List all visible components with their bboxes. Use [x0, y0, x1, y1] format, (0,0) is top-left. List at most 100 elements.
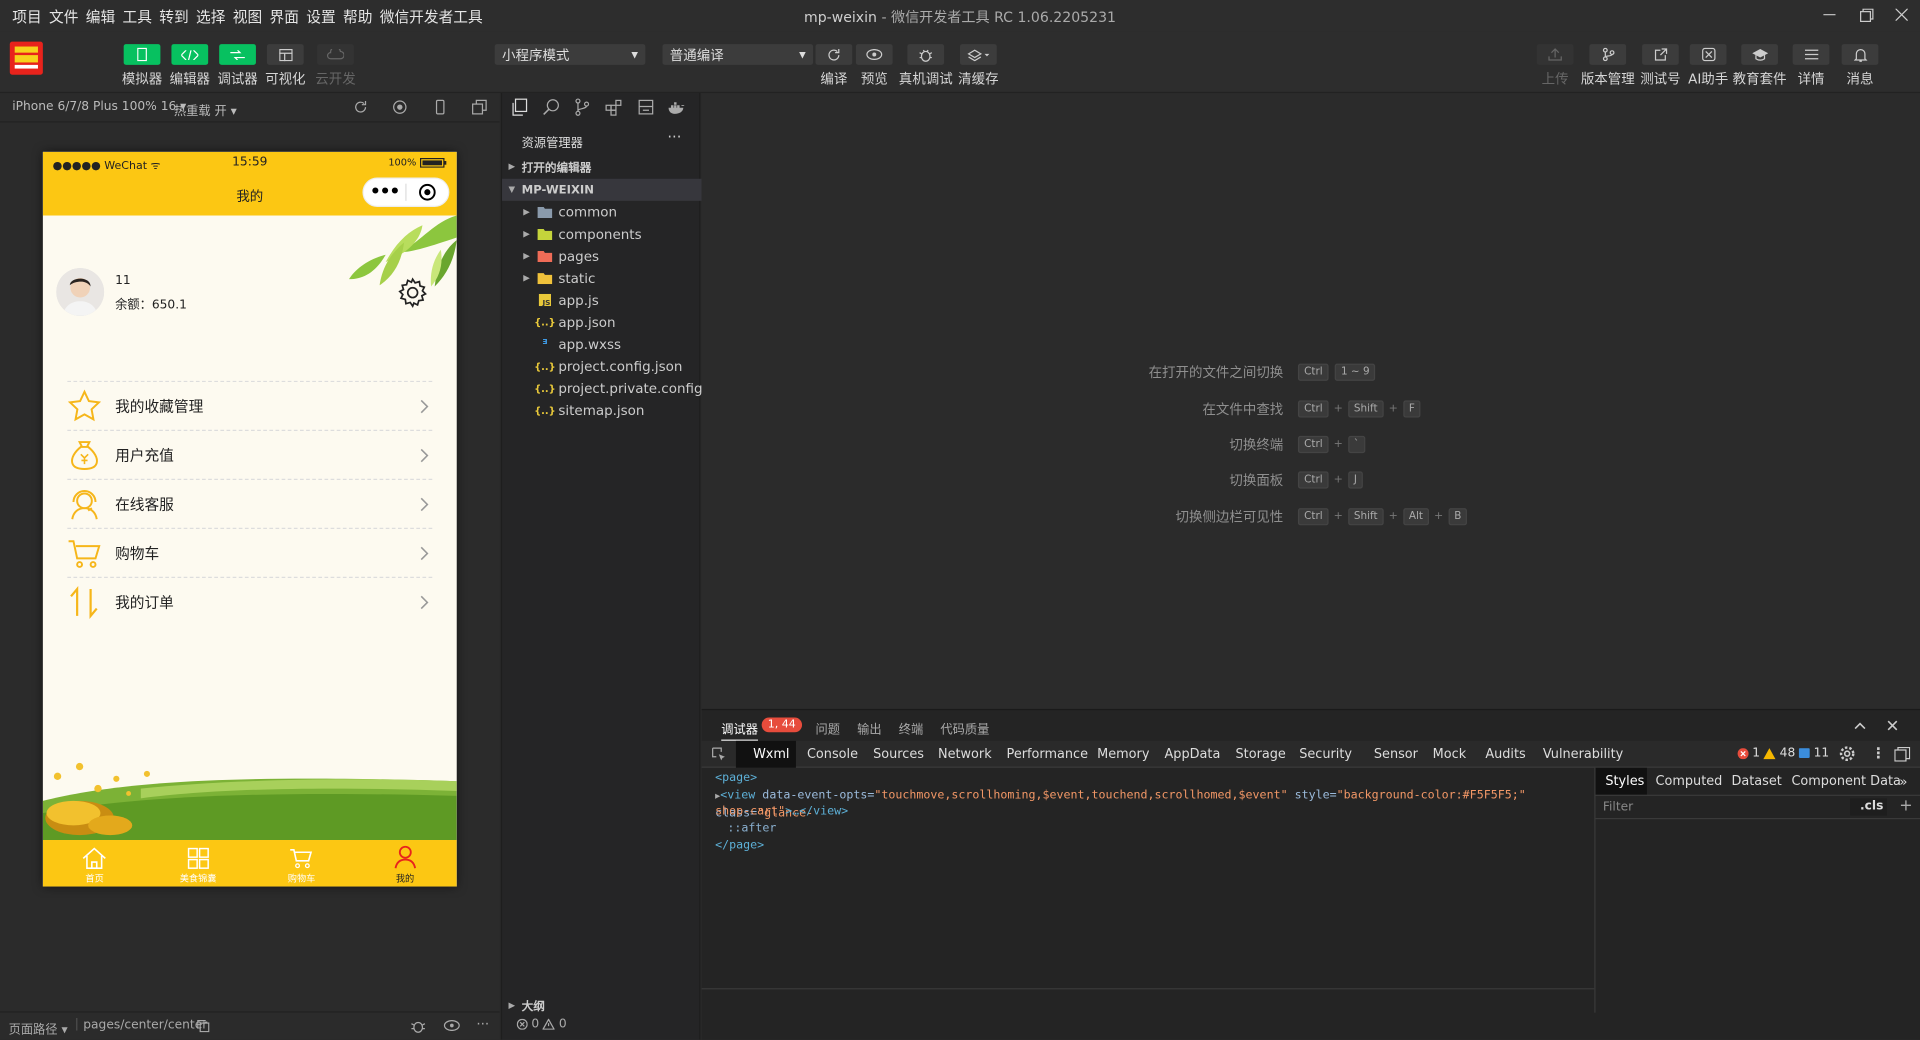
project-section[interactable]: ▼ MP-WEIXIN — [502, 178, 702, 201]
remote-debug-button[interactable]: 真机调试 — [899, 44, 953, 88]
chevron-up-icon[interactable] — [1854, 721, 1866, 730]
devtab-appdata[interactable]: AppData — [1164, 747, 1220, 762]
devtab-sensor[interactable]: Sensor — [1374, 747, 1418, 762]
tree-item-app-wxss[interactable]: ᴲ app.wxss — [502, 333, 702, 355]
compile-select[interactable]: 普通编译 ▼ — [662, 44, 814, 65]
minimize-button[interactable] — [1816, 2, 1843, 26]
tab-mine[interactable]: 我的 — [353, 840, 456, 887]
close-miniprogram-button[interactable] — [407, 183, 449, 201]
filter-input[interactable]: Filter — [1603, 801, 1633, 814]
tree-item-sitemap[interactable]: {..} sitemap.json — [502, 399, 702, 421]
preview-button[interactable]: 预览 — [847, 44, 901, 88]
cls-toggle[interactable]: .cls — [1860, 800, 1883, 813]
tab-dataset[interactable]: Dataset — [1731, 774, 1781, 789]
menu-goto[interactable]: 转到 — [159, 6, 188, 27]
mode-select[interactable]: 小程序模式 ▼ — [494, 44, 646, 65]
rotate-icon[interactable] — [353, 99, 369, 115]
hot-reload-toggle[interactable]: 热重载 开 ▾ — [174, 100, 237, 118]
add-style-button[interactable]: + — [1899, 797, 1912, 815]
extensions-icon[interactable] — [605, 98, 623, 116]
menu-file[interactable]: 文件 — [49, 6, 78, 27]
inspect-element-icon[interactable] — [711, 747, 726, 762]
close-window-button[interactable] — [1888, 2, 1915, 26]
menu-settings[interactable]: 设置 — [306, 6, 335, 27]
tab-output[interactable]: 输出 — [857, 719, 881, 737]
tab-styles[interactable]: Styles — [1605, 774, 1644, 789]
devtab-performance[interactable]: Performance — [1007, 747, 1088, 762]
devtab-mock[interactable]: Mock — [1433, 747, 1466, 762]
devtab-network[interactable]: Network — [938, 747, 992, 762]
ai-assistant-button[interactable]: AI助手 — [1681, 44, 1735, 88]
menu-tools[interactable]: 工具 — [123, 6, 152, 27]
more-icon[interactable]: ··· — [476, 1016, 489, 1032]
kebab-menu-icon[interactable]: ⋮ — [1871, 744, 1886, 761]
tree-item-components[interactable]: ▶ components — [502, 223, 702, 245]
devtab-console[interactable]: Console — [807, 747, 858, 762]
wxml-node-page[interactable]: <page> — [715, 770, 757, 787]
page-path-label[interactable]: 页面路径 ▾ — [9, 1019, 68, 1037]
open-editors-section[interactable]: ▶ 打开的编辑器 — [502, 156, 702, 178]
menu-devtools[interactable]: 微信开发者工具 — [380, 6, 483, 27]
docker-icon[interactable] — [667, 98, 685, 116]
gear-icon[interactable] — [397, 277, 429, 309]
tab-problems[interactable]: 问题 — [816, 719, 840, 737]
devtab-vulnerability[interactable]: Vulnerability — [1543, 747, 1623, 762]
clear-cache-button[interactable]: 清缓存 — [951, 44, 1005, 88]
detach-icon[interactable] — [471, 99, 487, 115]
tab-cart[interactable]: 购物车 — [250, 840, 353, 887]
eye-icon[interactable] — [443, 1020, 460, 1032]
devtab-security[interactable]: Security — [1299, 747, 1352, 762]
menu-interface[interactable]: 界面 — [270, 6, 299, 27]
bug-icon[interactable] — [410, 1019, 426, 1034]
avatar-logo[interactable] — [9, 41, 43, 75]
more-dots-icon[interactable]: ••• — [364, 182, 406, 202]
tree-item-project-config[interactable]: {..} project.config.json — [502, 355, 702, 377]
wxml-node-after[interactable]: ::after — [727, 820, 776, 837]
outline-section[interactable]: ▶ 大纲 — [502, 994, 702, 1016]
tab-debugger[interactable]: 调试器 — [721, 719, 758, 741]
tab-computed[interactable]: Computed — [1656, 774, 1723, 789]
test-account-button[interactable]: 测试号 — [1633, 44, 1687, 88]
tree-item-app-json[interactable]: {..} app.json — [502, 311, 702, 333]
tree-item-pages[interactable]: ▶ pages — [502, 245, 702, 267]
copy-icon[interactable] — [197, 1020, 210, 1033]
close-icon[interactable] — [1887, 720, 1898, 731]
tree-item-static[interactable]: ▶ static — [502, 267, 702, 289]
maximize-button[interactable] — [1853, 2, 1880, 26]
devtab-wxml[interactable]: Wxml — [753, 747, 789, 762]
chevron-double-right-icon[interactable]: » — [1899, 774, 1907, 790]
tab-home[interactable]: 首页 — [43, 840, 146, 887]
menu-item-cart[interactable]: 购物车 — [67, 527, 433, 577]
devtab-audits[interactable]: Audits — [1485, 747, 1525, 762]
avatar[interactable] — [56, 268, 105, 316]
tab-food-tips[interactable]: 美食锦囊 — [146, 840, 249, 887]
upload-button[interactable]: 上传 — [1528, 44, 1582, 88]
devtab-memory[interactable]: Memory — [1097, 747, 1149, 762]
cloud-dev-button[interactable]: 云开发 — [309, 44, 363, 88]
tree-item-app-js[interactable]: JS app.js — [502, 289, 702, 311]
tab-code-quality[interactable]: 代码质量 — [940, 719, 989, 737]
tree-item-project-private-config[interactable]: {..}project.private.config.js... — [502, 377, 701, 399]
more-icon[interactable]: ··· — [667, 129, 681, 146]
console-counts[interactable]: 1 48 11 — [1737, 747, 1829, 760]
tab-component-data[interactable]: Component Data — [1791, 774, 1900, 789]
source-control-icon[interactable] — [573, 98, 591, 116]
devtab-storage[interactable]: Storage — [1236, 747, 1286, 762]
device-icon[interactable] — [432, 99, 448, 115]
record-icon[interactable] — [392, 99, 408, 115]
visual-button[interactable]: 可视化 — [258, 44, 312, 88]
details-button[interactable]: 详情 — [1784, 44, 1838, 88]
menu-select[interactable]: 选择 — [196, 6, 225, 27]
storage-icon[interactable] — [637, 98, 655, 116]
problems-summary[interactable]: 0 0 — [516, 1018, 567, 1031]
menu-view[interactable]: 视图 — [233, 6, 262, 27]
menu-item-favorites[interactable]: 我的收藏管理 — [67, 380, 433, 430]
device-select[interactable]: iPhone 6/7/8 Plus 100% 16 ▾ — [12, 100, 186, 113]
tab-terminal[interactable]: 终端 — [899, 719, 923, 737]
version-button[interactable]: 版本管理 — [1581, 44, 1635, 88]
search-icon[interactable] — [542, 98, 560, 116]
education-button[interactable]: 教育套件 — [1733, 44, 1787, 88]
menu-project[interactable]: 项目 — [12, 6, 41, 27]
menu-edit[interactable]: 编辑 — [86, 6, 115, 27]
tree-item-common[interactable]: ▶ common — [502, 201, 702, 223]
